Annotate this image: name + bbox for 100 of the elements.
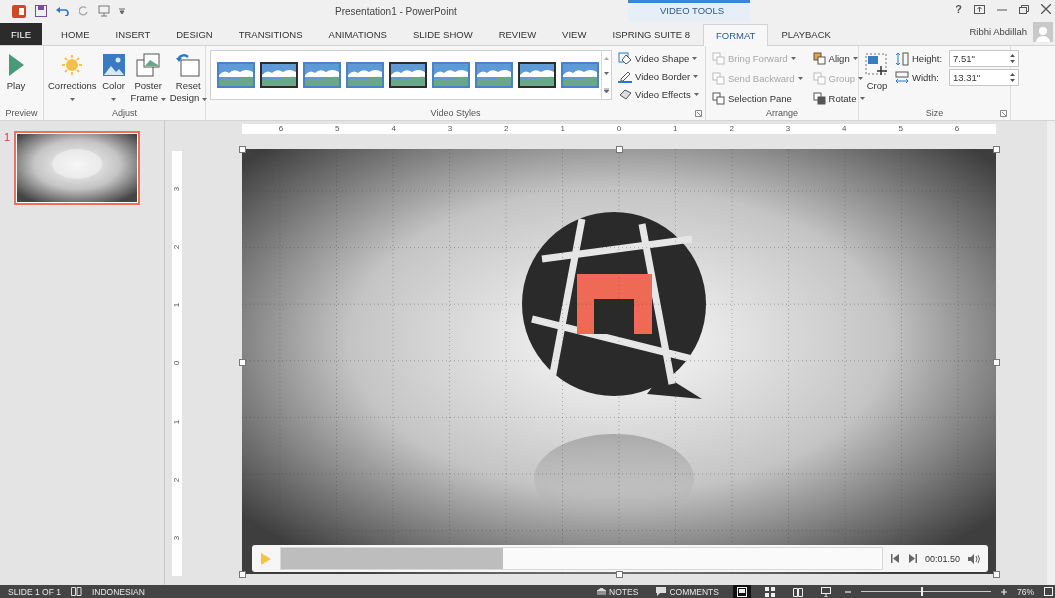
- resize-handle[interactable]: [239, 358, 246, 366]
- video-style-thumbnail[interactable]: [388, 61, 428, 89]
- save-icon[interactable]: [35, 5, 47, 17]
- scroll-down-icon[interactable]: [604, 72, 609, 76]
- dialog-launcher-icon[interactable]: [695, 110, 702, 117]
- zoom-out-icon[interactable]: [845, 588, 851, 595]
- ruler-number: 1: [559, 125, 566, 133]
- width-icon: [895, 70, 909, 85]
- customize-icon[interactable]: [119, 8, 125, 14]
- ribbon-tab[interactable]: HOME: [48, 23, 103, 45]
- group-label: Video Styles: [430, 108, 481, 120]
- ruler-number: 5: [897, 125, 904, 133]
- app-icon[interactable]: [12, 4, 26, 18]
- ribbon-tab[interactable]: PLAYBACK: [768, 23, 844, 45]
- help-button[interactable]: ?: [955, 3, 962, 15]
- video-style-thumbnail[interactable]: [474, 61, 514, 89]
- resize-handle[interactable]: [993, 571, 1000, 578]
- caret-icon: [693, 92, 699, 96]
- zoom-in-icon[interactable]: [1001, 588, 1007, 595]
- caret-icon: [692, 56, 698, 60]
- ruler-number: 2: [503, 125, 510, 133]
- caret-icon: [790, 56, 796, 60]
- dialog-launcher-icon[interactable]: [1000, 110, 1007, 117]
- arrange-button[interactable]: Selection Pane: [710, 90, 805, 106]
- resize-handle[interactable]: [993, 146, 1000, 153]
- height-spinner[interactable]: 7.51": [949, 50, 1019, 67]
- resize-handle[interactable]: [239, 146, 246, 153]
- width-spinner[interactable]: 13.31": [949, 69, 1019, 86]
- more-icon[interactable]: [604, 87, 609, 93]
- selection-pane-icon: [712, 91, 725, 105]
- group-label: Preview: [5, 108, 38, 120]
- video-style-thumbnail[interactable]: [431, 61, 471, 89]
- ruler-number: 3: [173, 186, 181, 192]
- video-style-thumbnail[interactable]: [560, 61, 600, 89]
- ribbon-tab[interactable]: SLIDE SHOW: [399, 23, 486, 45]
- ribbon-tab[interactable]: TRANSITIONS: [225, 23, 316, 45]
- align-icon: [812, 51, 826, 65]
- zoom-percent[interactable]: 76%: [1017, 586, 1034, 597]
- ribbon-display-icon[interactable]: [974, 4, 985, 14]
- language-indicator[interactable]: INDONESIAN: [91, 586, 145, 597]
- ruler-number: 0: [615, 125, 623, 133]
- adjust-button[interactable]: Reset Design: [167, 50, 209, 108]
- video-style-thumbnail[interactable]: [517, 61, 557, 89]
- normal-view-button[interactable]: [733, 585, 751, 598]
- play-icon: [6, 52, 26, 78]
- caret-icon: [797, 76, 803, 80]
- adjust-button[interactable]: Corrections: [46, 50, 99, 108]
- ribbon-tab[interactable]: INSERT: [102, 23, 164, 45]
- ruler-number: 3: [784, 125, 792, 133]
- ribbon-tab[interactable]: ANIMATIONS: [315, 23, 400, 45]
- step-forward-icon[interactable]: [907, 554, 917, 563]
- zoom-thumb[interactable]: [920, 587, 923, 596]
- ribbon-tab[interactable]: REVIEW: [485, 23, 550, 45]
- file-tab[interactable]: FILE: [0, 23, 43, 45]
- ribbon-tab[interactable]: VIEW: [549, 23, 600, 45]
- reset-icon: [175, 52, 202, 78]
- video-format-button[interactable]: Video Border: [616, 68, 701, 84]
- video-time: 00:01.50: [924, 553, 960, 564]
- resize-handle[interactable]: [993, 358, 1000, 366]
- bring-forward-icon: [712, 51, 725, 65]
- play-button[interactable]: Play: [4, 50, 28, 108]
- ribbon-tab[interactable]: ISPRING SUITE 8: [599, 23, 703, 45]
- vertical-scrollbar[interactable]: [1047, 121, 1055, 585]
- step-back-icon[interactable]: [890, 554, 900, 563]
- notes-button[interactable]: NOTES: [593, 585, 643, 598]
- fit-slide-icon[interactable]: [1044, 587, 1053, 596]
- video-style-thumbnail[interactable]: [259, 61, 299, 89]
- video-format-button[interactable]: Video Shape: [616, 50, 701, 66]
- resize-handle[interactable]: [239, 571, 246, 578]
- video-style-thumbnail[interactable]: [216, 61, 256, 89]
- close-icon[interactable]: [1041, 4, 1051, 14]
- group-label: Adjust: [112, 108, 137, 120]
- video-style-thumbnail[interactable]: [345, 61, 385, 89]
- video-style-thumbnail[interactable]: [302, 61, 342, 89]
- volume-icon[interactable]: [968, 553, 980, 564]
- window-title: Presentation1 - PowerPoint: [335, 5, 457, 17]
- video-format-button[interactable]: Video Effects: [616, 86, 701, 102]
- restore-icon[interactable]: [1019, 4, 1029, 14]
- user-name[interactable]: Ribhi Abdillah: [969, 26, 1027, 37]
- caret-icon: [693, 74, 699, 78]
- arrange-button[interactable]: Rotate: [810, 90, 867, 106]
- contextual-tab-title: VIDEO TOOLS: [660, 5, 725, 16]
- caret-icon: [859, 96, 865, 100]
- undo-icon[interactable]: [56, 6, 70, 16]
- ribbon-tab[interactable]: FORMAT: [703, 24, 769, 46]
- adjust-button[interactable]: Poster Frame: [128, 50, 168, 108]
- ribbon-tab[interactable]: DESIGN: [163, 23, 226, 45]
- resize-handle[interactable]: [616, 571, 623, 578]
- width-label: Width:: [912, 72, 940, 83]
- notes-icon: [597, 588, 607, 595]
- ruler-number: 3: [446, 125, 454, 133]
- ruler-number: 1: [173, 419, 181, 424]
- slide-number: 1: [4, 131, 11, 143]
- ruler-number: 5: [334, 125, 341, 133]
- adjust-button[interactable]: Color: [98, 50, 129, 108]
- resize-handle[interactable]: [616, 146, 623, 153]
- scroll-up-icon[interactable]: [604, 57, 609, 61]
- comments-button[interactable]: COMMENTS: [652, 585, 723, 598]
- ruler-number: 4: [390, 125, 397, 133]
- slideshow-icon[interactable]: [98, 5, 110, 17]
